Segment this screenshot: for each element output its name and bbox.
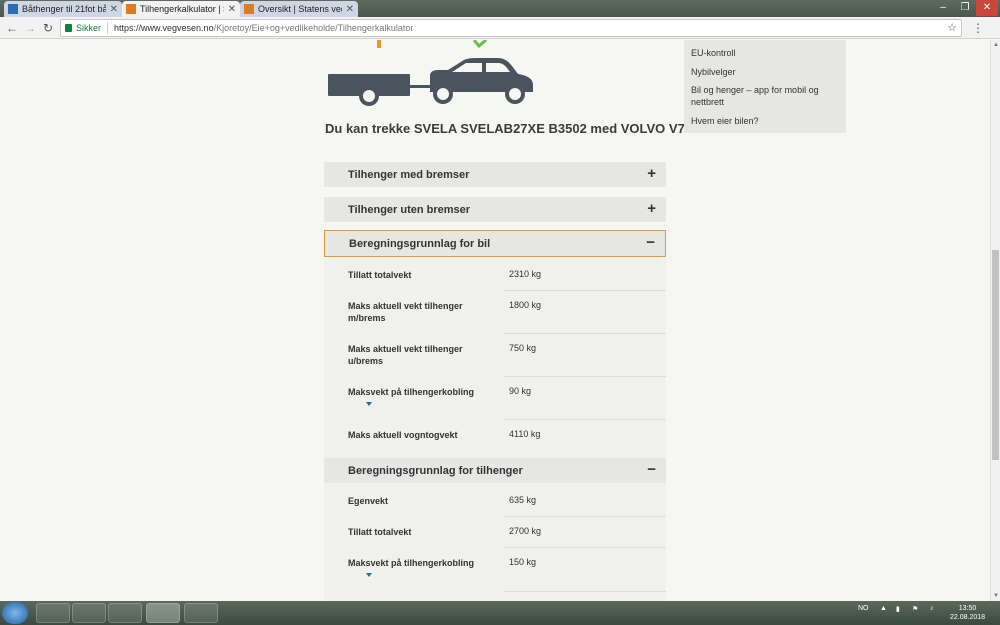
chrome-icon[interactable] bbox=[146, 603, 180, 623]
row-label: Maks aktuell vekt tilhenger u/brems bbox=[348, 344, 463, 366]
system-clock[interactable]: 13:50 22.08.2018 bbox=[950, 604, 985, 622]
row-value: 635 kg bbox=[509, 495, 537, 505]
clock-time: 13:50 bbox=[958, 605, 977, 612]
row-label: Egenvekt bbox=[348, 496, 389, 506]
sidebar-links: EU-kontroll Nybilvelger Bil og henger – … bbox=[684, 40, 846, 133]
scrollbar-thumb[interactable] bbox=[992, 250, 999, 460]
maximize-icon[interactable]: ❐ bbox=[954, 0, 976, 16]
trailer-drawbar bbox=[410, 85, 432, 88]
accordion-title: Tilhenger uten bremser bbox=[348, 203, 471, 216]
volume-icon[interactable]: ♪ bbox=[930, 605, 934, 612]
divider bbox=[504, 419, 666, 420]
divider bbox=[504, 591, 666, 592]
divider bbox=[107, 22, 109, 34]
row-label: Tillatt totalvekt bbox=[348, 527, 412, 537]
close-icon[interactable]: ✕ bbox=[110, 4, 118, 15]
scroll-down-icon[interactable]: ▼ bbox=[991, 591, 1000, 601]
language-indicator[interactable]: NO bbox=[858, 605, 869, 612]
accordion-beregningsgrunnlag-tilhenger[interactable]: Beregningsgrunnlag for tilhenger − bbox=[324, 458, 666, 483]
accordion-title: Beregningsgrunnlag for tilhenger bbox=[348, 464, 523, 477]
close-icon[interactable]: ✕ bbox=[346, 4, 354, 15]
accordion-title: Tilhenger med bremser bbox=[348, 168, 470, 181]
car-data-table: Tillatt totalvekt 2310 kg Maks aktuell v… bbox=[324, 257, 666, 458]
address-bar[interactable]: Sikker https://www.vegvesen.no/Kjoretoy/… bbox=[60, 19, 962, 37]
divider bbox=[504, 333, 666, 334]
explorer-icon[interactable] bbox=[36, 603, 70, 623]
media-player-icon[interactable] bbox=[72, 603, 106, 623]
page-scrollbar[interactable]: ▲ ▼ bbox=[990, 40, 1000, 601]
plus-icon: + bbox=[647, 200, 656, 217]
close-window-icon[interactable]: ✕ bbox=[976, 0, 998, 16]
scroll-up-icon[interactable]: ▲ bbox=[991, 40, 1000, 50]
tray-arrow-icon[interactable]: ▲ bbox=[880, 605, 887, 612]
tab-label: Oversikt | Statens vegves bbox=[258, 4, 342, 14]
plus-icon: + bbox=[647, 165, 656, 182]
sidebar-item-hvem-eier-bilen[interactable]: Hvem eier bilen? bbox=[691, 115, 841, 127]
bookmark-star-icon[interactable]: ☆ bbox=[947, 21, 957, 34]
sidebar-item-bil-og-henger-app[interactable]: Bil og henger – app for mobil og nettbre… bbox=[691, 84, 841, 108]
clock-date: 22.08.2018 bbox=[950, 614, 986, 621]
check-icon bbox=[472, 40, 487, 49]
row-value: 2700 kg bbox=[509, 526, 542, 536]
secure-label: Sikker bbox=[76, 23, 102, 33]
browser-toolbar: ← → ↻ Sikker https://www.vegvesen.no/Kjo… bbox=[0, 17, 1000, 39]
divider bbox=[504, 516, 666, 517]
row-label: Tillatt totalvekt bbox=[348, 270, 412, 280]
menu-icon[interactable]: ⋮ bbox=[970, 20, 986, 36]
minimize-icon[interactable]: – bbox=[932, 0, 954, 16]
divider bbox=[504, 290, 666, 291]
flag-icon[interactable]: ⚑ bbox=[912, 605, 918, 613]
tab-favicon-icon bbox=[126, 4, 136, 14]
row-label: Maksvekt på tilhengerkobling bbox=[348, 558, 475, 568]
trailer-data-table: Egenvekt 635 kg Tillatt totalvekt 2700 k… bbox=[324, 483, 666, 601]
car-trailer-illustration bbox=[328, 40, 533, 106]
accordion-title: Beregningsgrunnlag for bil bbox=[349, 237, 491, 250]
row-label: Maksvekt på tilhengerkobling bbox=[348, 387, 475, 397]
accordion-tilhenger-uten-bremser[interactable]: Tilhenger uten bremser + bbox=[324, 197, 666, 222]
tab-tilhengerkalkulator[interactable]: Tilhengerkalkulator | Stat ✕ bbox=[122, 1, 240, 17]
tab-favicon-icon bbox=[244, 4, 254, 14]
tab-label: Tilhengerkalkulator | Stat bbox=[140, 4, 224, 14]
tab-label: Båthenger til 21fot båt m bbox=[22, 4, 106, 14]
minus-icon: − bbox=[647, 461, 656, 478]
divider bbox=[504, 376, 666, 377]
row-label: Maks aktuell vekt tilhenger m/brems bbox=[348, 301, 463, 323]
page-content: Du kan trekke SVELA SVELAB27XE B3502 med… bbox=[0, 40, 990, 601]
sidebar-item-eu-kontroll[interactable]: EU-kontroll bbox=[691, 47, 841, 59]
warning-mark-icon bbox=[377, 40, 381, 48]
info-toggle-icon[interactable] bbox=[366, 402, 372, 406]
row-value: 4110 kg bbox=[509, 429, 541, 439]
close-icon[interactable]: ✕ bbox=[228, 4, 236, 15]
tab-favicon-icon bbox=[8, 4, 18, 14]
accordion-beregningsgrunnlag-bil[interactable]: Beregningsgrunnlag for bil − bbox=[324, 230, 666, 257]
row-value: 150 kg bbox=[509, 557, 537, 567]
tab-oversikt[interactable]: Oversikt | Statens vegves ✕ bbox=[240, 1, 358, 17]
row-label: Maks aktuell vogntogvekt bbox=[348, 430, 458, 440]
lock-icon bbox=[65, 24, 72, 32]
result-headline: Du kan trekke SVELA SVELAB27XE B3502 med… bbox=[325, 121, 709, 136]
row-value: 1800 kg bbox=[509, 300, 542, 310]
info-toggle-icon[interactable] bbox=[366, 573, 372, 577]
row-value: 90 kg bbox=[509, 386, 532, 396]
accordion-tilhenger-med-bremser[interactable]: Tilhenger med bremser + bbox=[324, 162, 666, 187]
start-button-icon[interactable] bbox=[2, 602, 28, 624]
outlook-icon[interactable] bbox=[184, 603, 218, 623]
network-icon[interactable]: ▮ bbox=[896, 605, 900, 613]
forward-icon[interactable]: → bbox=[22, 20, 38, 36]
url-host: https://www.vegvesen.no bbox=[114, 23, 214, 33]
reload-icon[interactable]: ↻ bbox=[40, 20, 56, 36]
row-value: 750 kg bbox=[509, 343, 537, 353]
tab-bathenger[interactable]: Båthenger til 21fot båt m ✕ bbox=[4, 1, 122, 17]
url-path: /Kjoretoy/Eie+og+vedlikeholde/Tilhengerk… bbox=[213, 23, 414, 33]
divider bbox=[504, 547, 666, 548]
minus-icon: − bbox=[646, 234, 655, 251]
browser-tab-bar: Båthenger til 21fot båt m ✕ Tilhengerkal… bbox=[0, 0, 1000, 17]
windows-taskbar: NO ▲ ▮ ⚑ ♪ 13:50 22.08.2018 bbox=[0, 601, 1000, 625]
row-value: 2310 kg bbox=[509, 269, 542, 279]
sidebar-item-nybilvelger[interactable]: Nybilvelger bbox=[691, 66, 841, 78]
back-icon[interactable]: ← bbox=[4, 20, 20, 36]
internet-explorer-icon[interactable] bbox=[108, 603, 142, 623]
